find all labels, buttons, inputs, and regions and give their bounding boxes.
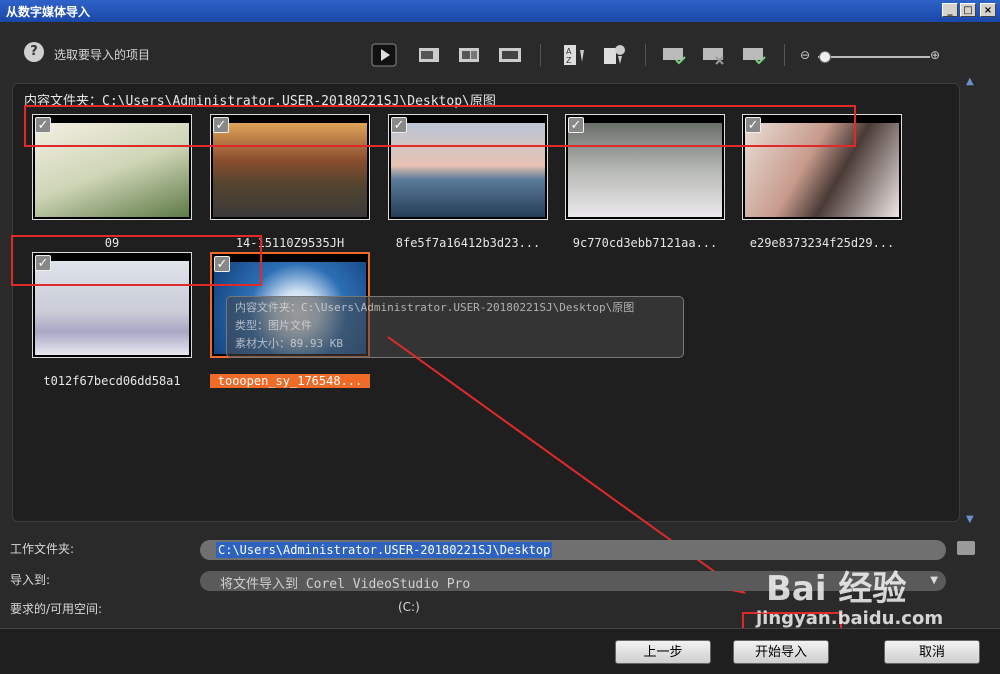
footer-bar	[0, 628, 1000, 674]
import-to-value: 将文件导入到 Corel VideoStudio Pro	[220, 577, 471, 592]
space-label: 要求的/可用空间:	[10, 602, 103, 616]
work-folder-value[interactable]: C:\Users\Administrator.USER-20180221SJ\D…	[216, 542, 553, 558]
back-button[interactable]: 上一步	[615, 640, 711, 664]
work-folder-label: 工作文件夹:	[10, 542, 75, 556]
cancel-button[interactable]: 取消	[884, 640, 980, 664]
watermark-url: jingyan.baidu.com	[756, 608, 944, 629]
import-to-label: 导入到:	[10, 573, 51, 587]
space-value: (C:)	[398, 600, 420, 614]
work-folder-field[interactable]: C:\Users\Administrator.USER-20180221SJ\D…	[200, 540, 946, 560]
start-import-button[interactable]: 开始导入	[733, 640, 829, 664]
baidu-watermark: Bai 经验 jingyan.baidu.com	[726, 570, 943, 629]
folder-icon[interactable]	[957, 541, 975, 555]
watermark-brand: Bai 经验	[766, 569, 907, 609]
